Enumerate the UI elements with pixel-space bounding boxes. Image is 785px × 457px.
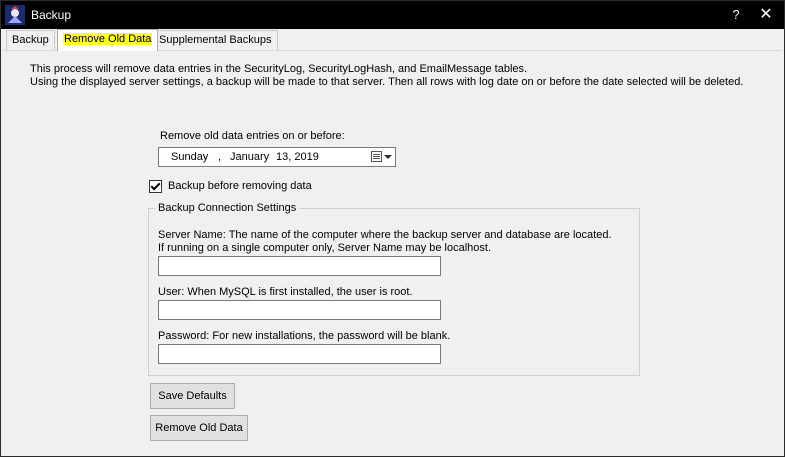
info-text-line1: This process will remove data entries in… [30, 63, 528, 75]
close-icon[interactable]: ✕ [755, 5, 777, 25]
server-name-description: Server Name: The name of the computer wh… [158, 229, 612, 241]
window-title: Backup [31, 8, 72, 22]
save-defaults-button[interactable]: Save Defaults [150, 383, 235, 409]
password-input[interactable] [158, 344, 441, 364]
help-icon[interactable]: ? [725, 5, 747, 25]
chevron-down-icon [384, 155, 392, 159]
calendar-dropdown-button[interactable] [369, 150, 393, 164]
group-title: Backup Connection Settings [155, 202, 300, 214]
tab-backup-label: Backup [12, 34, 49, 46]
tab-remove-old-data[interactable]: Remove Old Data [57, 29, 159, 51]
tab-remove-old-data-label: Remove Old Data [63, 33, 153, 45]
date-picker[interactable]: Sunday , January 13, 2019 [158, 147, 396, 167]
server-name-hint: If running on a single computer only, Se… [158, 242, 492, 254]
tab-supplemental-backups-label: Supplemental Backups [159, 34, 272, 46]
tab-supplemental-backups[interactable]: Supplemental Backups [153, 30, 278, 50]
backup-window: Backup ? ✕ Backup Remove Old Data Supple… [0, 0, 785, 457]
date-day-year[interactable]: 13, 2019 [276, 151, 319, 163]
tab-strip: Backup Remove Old Data Supplemental Back… [3, 29, 782, 51]
remove-old-data-button[interactable]: Remove Old Data [150, 415, 248, 441]
tab-backup[interactable]: Backup [6, 30, 55, 50]
date-picker-label: Remove old data entries on or before: [160, 130, 345, 142]
password-description: Password: For new installations, the pas… [158, 330, 451, 342]
info-text-line2: Using the displayed server settings, a b… [30, 76, 744, 88]
calendar-icon [371, 151, 382, 162]
user-input[interactable] [158, 300, 441, 320]
backup-before-removing-checkbox[interactable] [149, 180, 162, 193]
app-icon [5, 5, 25, 25]
title-bar[interactable]: Backup ? ✕ [1, 1, 784, 29]
remove-old-data-panel: This process will remove data entries in… [3, 50, 782, 456]
server-name-input[interactable] [158, 256, 441, 276]
backup-before-removing-label[interactable]: Backup before removing data [168, 180, 312, 192]
date-separator: , [218, 151, 222, 163]
check-icon [150, 180, 161, 191]
date-month[interactable]: January [230, 151, 269, 163]
user-description: User: When MySQL is first installed, the… [158, 286, 413, 298]
date-day[interactable]: Sunday [171, 151, 208, 163]
